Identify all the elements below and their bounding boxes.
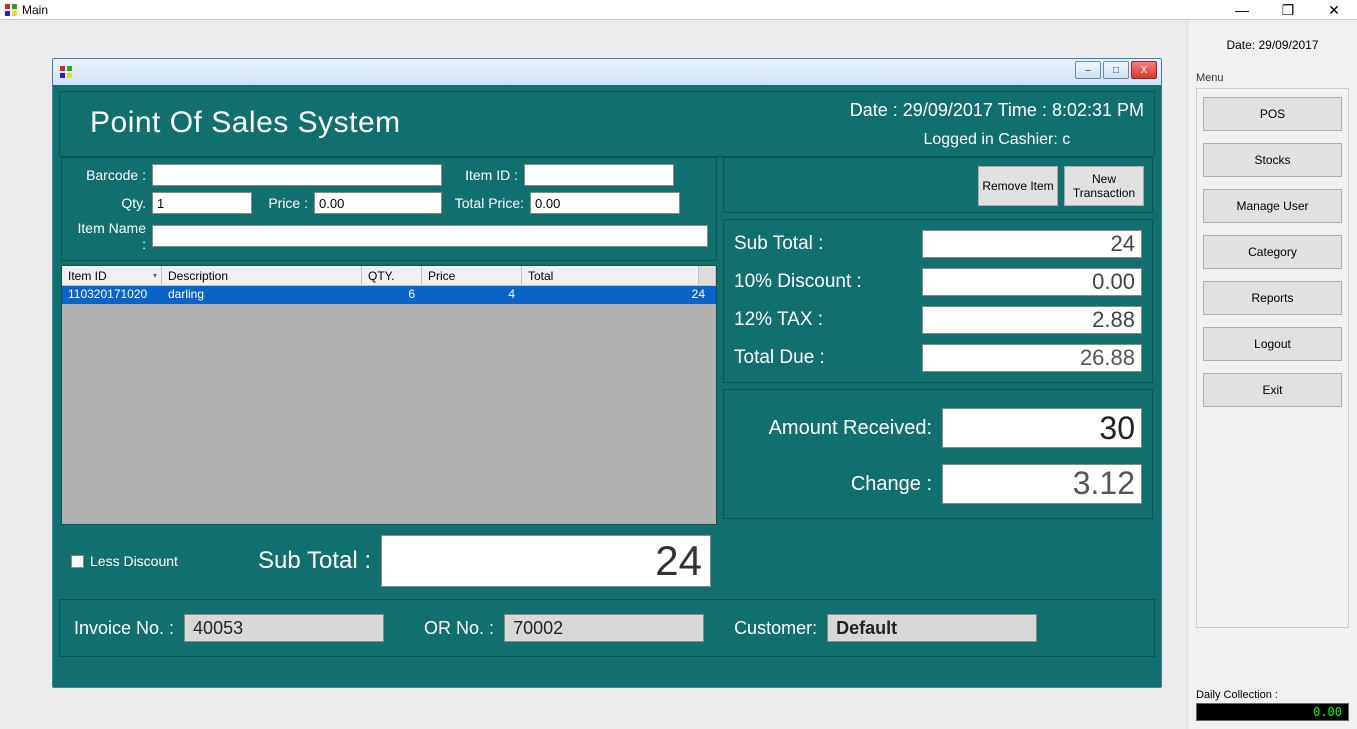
pos-minimize-button[interactable]: – [1075,61,1101,79]
pos-body: Point Of Sales System Date : 29/09/2017 … [53,85,1161,687]
price-input[interactable] [314,192,442,214]
pos-app-icon [59,65,73,79]
barcode-label: Barcode : [70,167,146,183]
pos-datetime: Date : 29/09/2017 Time : 8:02:31 PM [850,100,1144,121]
sort-desc-icon: ▾ [153,271,157,280]
menu-logout-button[interactable]: Logout [1203,327,1342,361]
totaldue-value: 26.88 [922,344,1142,372]
daily-collection-value: 0.00 [1196,703,1349,721]
totalprice-label: Total Price: [448,195,524,211]
subtotal-big-value: 24 [381,535,711,587]
col-price[interactable]: Price [422,266,522,285]
qty-label: Qty. [70,195,146,211]
pos-cashier: Logged in Cashier: c [850,131,1144,149]
pos-maximize-button[interactable]: □ [1103,61,1129,79]
footer-panel: Invoice No. : OR No. : Customer: [59,599,1155,657]
menu-category-button[interactable]: Category [1203,235,1342,269]
grid-scrollbar-header [699,266,716,285]
less-discount-checkbox[interactable]: Less Discount [71,553,178,569]
app-icon [4,3,18,17]
grid-header: Item ID▾ Description QTY. Price Total [62,266,716,286]
or-label: OR No. : [424,618,494,639]
daily-collection-label: Daily Collection : [1196,689,1349,701]
totals-panel: Sub Total :24 10% Discount :0.00 12% TAX… [723,219,1153,383]
qty-input[interactable] [152,192,252,214]
cell-itemid: 110320171020 [62,286,162,304]
actions-panel: Remove Item New Transaction [723,157,1153,213]
pos-child-window: – □ X Point Of Sales System Date : 29/09… [52,58,1162,688]
main-titlebar: Main — ❐ ✕ [0,0,1357,20]
main-content: – □ X Point Of Sales System Date : 29/09… [0,20,1357,729]
discount-label: 10% Discount : [734,271,922,293]
checkbox-icon [71,555,84,568]
window-close-button[interactable]: ✕ [1311,0,1357,20]
col-description[interactable]: Description [162,266,362,285]
new-transaction-button[interactable]: New Transaction [1064,166,1144,206]
customer-input[interactable] [827,614,1037,642]
or-input[interactable] [504,614,704,642]
subtotal-big-label: Sub Total : [258,547,371,575]
col-itemid[interactable]: Item ID▾ [62,266,162,285]
grid-body[interactable]: 110320171020 darling 6 4 24 [62,286,716,524]
amount-received-input[interactable] [942,408,1142,448]
pos-close-button[interactable]: X [1131,61,1157,79]
entry-panel: Barcode : Item ID : Qty. Price : [61,157,717,261]
table-row[interactable]: 110320171020 darling 6 4 24 [62,286,716,304]
barcode-input[interactable] [152,164,442,186]
items-grid: Item ID▾ Description QTY. Price Total [61,265,717,525]
invoice-label: Invoice No. : [74,618,174,639]
change-value: 3.12 [942,464,1142,504]
totaldue-label: Total Due : [734,347,922,369]
cell-description: darling [162,286,362,304]
subtotal-bar: Less Discount Sub Total : 24 [61,529,717,593]
menu-stocks-button[interactable]: Stocks [1203,143,1342,177]
discount-value: 0.00 [922,268,1142,296]
cell-total: 24 [522,286,716,304]
pos-titlebar[interactable]: – □ X [53,59,1161,85]
change-label: Change : [734,473,942,496]
window-maximize-button[interactable]: ❐ [1265,0,1311,20]
mdi-area: – □ X Point Of Sales System Date : 29/09… [0,20,1187,729]
menu-manage-user-button[interactable]: Manage User [1203,189,1342,223]
col-qty[interactable]: QTY. [362,266,422,285]
pos-title: Point Of Sales System [70,92,401,150]
menu-reports-button[interactable]: Reports [1203,281,1342,315]
menu-group-label: Menu [1196,72,1349,84]
amount-panel: Amount Received: Change :3.12 [723,389,1153,519]
itemname-input[interactable] [152,225,708,247]
itemid-label: Item ID : [448,167,518,183]
cell-qty: 6 [362,286,422,304]
cell-price: 4 [422,286,522,304]
invoice-input[interactable] [184,614,384,642]
itemid-input[interactable] [524,164,674,186]
tax-value: 2.88 [922,306,1142,334]
main-window: Main — ❐ ✕ – □ X [0,0,1357,729]
amount-received-label: Amount Received: [734,417,942,440]
remove-item-button[interactable]: Remove Item [978,166,1058,206]
customer-label: Customer: [734,618,817,639]
window-title: Main [22,3,48,17]
subtotal-label: Sub Total : [734,233,922,255]
right-sidebar: Date: 29/09/2017 Menu POS Stocks Manage … [1187,20,1357,729]
pos-header: Point Of Sales System Date : 29/09/2017 … [59,91,1155,157]
menu-exit-button[interactable]: Exit [1203,373,1342,407]
window-minimize-button[interactable]: — [1219,0,1265,20]
sidebar-date: Date: 29/09/2017 [1196,38,1349,52]
subtotal-value: 24 [922,230,1142,258]
col-total[interactable]: Total [522,266,699,285]
tax-label: 12% TAX : [734,309,922,331]
itemname-label: Item Name : [70,220,146,252]
totalprice-input[interactable] [530,192,680,214]
menu-pos-button[interactable]: POS [1203,97,1342,131]
price-label: Price : [258,195,308,211]
